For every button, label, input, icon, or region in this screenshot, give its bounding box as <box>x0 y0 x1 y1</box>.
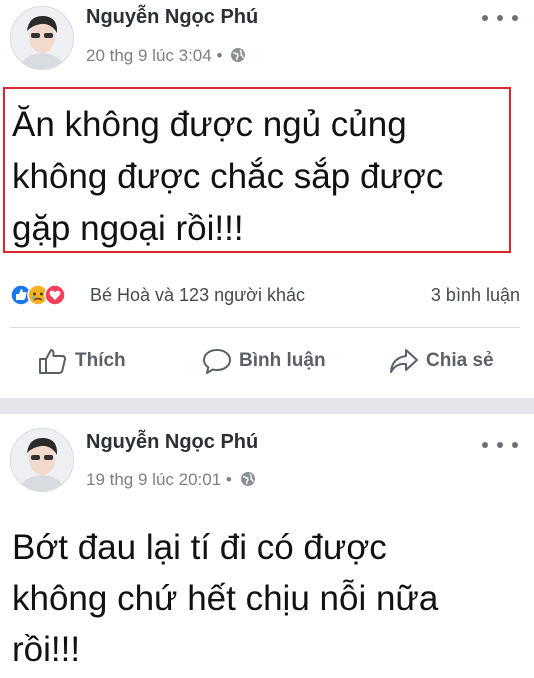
post-text-line: không được chắc sắp được <box>12 157 444 196</box>
love-icon <box>44 284 66 306</box>
author-avatar[interactable] <box>10 6 74 70</box>
reactions-bar: Bé Hoà và 123 người khác 3 bình luận <box>10 283 520 307</box>
timestamp-text: 19 thg 9 lúc 20:01 <box>86 470 222 489</box>
post-text: Bớt đau lại tí đi có được không chứ hết … <box>12 522 438 675</box>
share-button[interactable]: Chia sẻ <box>389 345 494 377</box>
share-label: Chia sẻ <box>426 350 494 371</box>
post-text: Ăn không được ngủ củng không được chắc s… <box>12 99 443 255</box>
avatar-image <box>11 429 73 491</box>
friends-globe-icon <box>240 471 256 492</box>
more-options-icon[interactable] <box>482 438 518 452</box>
timestamp-text: 20 thg 9 lúc 3:04 <box>86 46 212 65</box>
post-text-line: không chứ hết chịu nỗi nữa <box>12 579 439 618</box>
author-name[interactable]: Nguyễn Ngọc Phú <box>86 6 258 29</box>
post-text-line: gặp ngoại rồi!!! <box>12 209 244 248</box>
post-text-line: Ăn không được ngủ củng <box>12 105 407 144</box>
author-name[interactable]: Nguyễn Ngọc Phú <box>86 431 258 454</box>
comment-label: Bình luận <box>239 350 326 371</box>
comments-count[interactable]: 3 bình luận <box>431 285 520 306</box>
post-card: Nguyễn Ngọc Phú 19 thg 9 lúc 20:01 • Bớt… <box>0 414 534 678</box>
share-arrow-icon <box>390 349 418 373</box>
comment-button[interactable]: Bình luận <box>202 345 326 377</box>
post-timestamp[interactable]: 19 thg 9 lúc 20:01 • <box>86 470 256 492</box>
divider-line <box>10 327 520 328</box>
like-label: Thích <box>75 350 126 371</box>
post-card: Nguyễn Ngọc Phú 20 thg 9 lúc 3:04 • Ăn k… <box>0 0 534 398</box>
like-button[interactable]: Thích <box>38 345 126 377</box>
comment-bubble-icon <box>203 349 231 374</box>
more-options-icon[interactable] <box>482 11 518 25</box>
meta-separator: • <box>225 470 232 489</box>
post-text-line: Bớt đau lại tí đi có được <box>12 528 387 567</box>
thumbs-up-icon <box>39 349 66 374</box>
author-avatar[interactable] <box>10 428 74 492</box>
friends-globe-icon <box>230 47 246 68</box>
feed-divider <box>0 398 534 414</box>
post-timestamp[interactable]: 20 thg 9 lúc 3:04 • <box>86 46 246 68</box>
reactions-summary[interactable]: Bé Hoà và 123 người khác <box>90 285 305 306</box>
meta-separator: • <box>216 46 223 65</box>
avatar-image <box>11 7 73 69</box>
post-text-line: rồi!!! <box>12 630 81 669</box>
